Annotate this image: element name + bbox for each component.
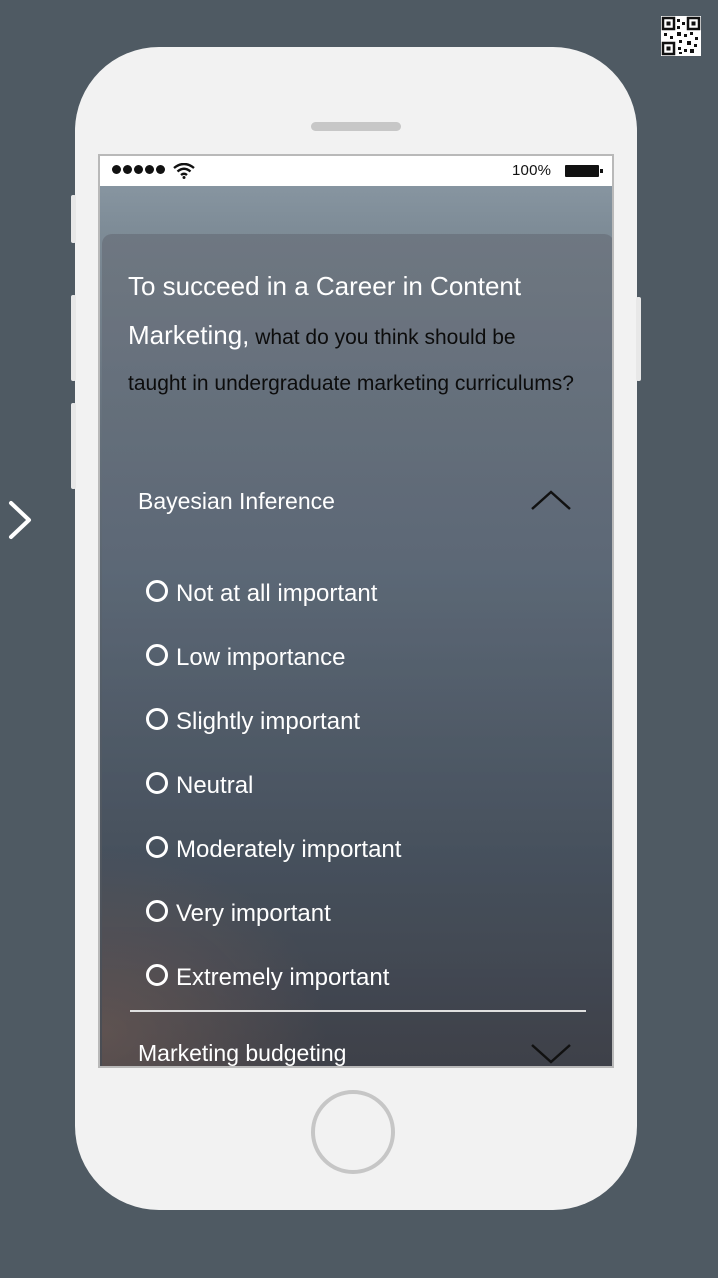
power-button [636, 297, 641, 381]
status-bar: 100% [100, 156, 612, 186]
radio-button[interactable] [146, 900, 168, 922]
accordion-header-bayesian-inference[interactable]: Bayesian Inference [130, 476, 586, 526]
option-label: Neutral [176, 772, 254, 799]
mute-switch [71, 195, 76, 243]
phone-screen: 100% To succeed in a Career in Content M… [98, 154, 614, 1068]
option-label: Slightly important [176, 708, 361, 735]
option-slightly-important[interactable]: Slightly important [146, 702, 360, 742]
option-label: Low importance [176, 644, 346, 671]
battery-percent: 100% [512, 162, 552, 179]
wifi-icon [173, 163, 195, 179]
option-very-important[interactable]: Very important [146, 894, 331, 934]
chevron-right-icon [9, 501, 31, 539]
qr-code-icon [661, 16, 701, 56]
accordion-title: Marketing budgeting [138, 1039, 347, 1066]
accordion-header-marketing-budgeting[interactable]: Marketing budgeting [130, 1028, 586, 1066]
radio-button[interactable] [146, 580, 168, 602]
survey-card: To succeed in a Career in Content Market… [102, 234, 612, 1066]
option-extremely-important[interactable]: Extremely important [146, 958, 389, 998]
signal-dots-icon [112, 165, 165, 174]
volume-down-button [71, 403, 76, 489]
chevron-up-icon [531, 490, 571, 510]
section-divider [130, 1010, 586, 1012]
option-label: Not at all important [176, 580, 378, 607]
home-button[interactable] [311, 1090, 395, 1174]
radio-button[interactable] [146, 708, 168, 730]
radio-button[interactable] [146, 644, 168, 666]
next-page-button[interactable] [4, 498, 36, 542]
option-not-at-all-important[interactable]: Not at all important [146, 574, 377, 614]
radio-button[interactable] [146, 964, 168, 986]
speaker-grille [311, 122, 401, 131]
option-label: Extremely important [176, 964, 390, 991]
radio-button[interactable] [146, 772, 168, 794]
accordion-title: Bayesian Inference [138, 487, 335, 514]
chevron-down-icon [531, 1044, 571, 1064]
volume-up-button [71, 295, 76, 381]
option-moderately-important[interactable]: Moderately important [146, 830, 401, 870]
option-label: Very important [176, 900, 331, 927]
survey-question: To succeed in a Career in Content Market… [128, 264, 578, 408]
option-neutral[interactable]: Neutral [146, 766, 253, 806]
option-label: Moderately important [176, 836, 402, 863]
option-low-importance[interactable]: Low importance [146, 638, 345, 678]
battery-icon [565, 165, 603, 177]
radio-button[interactable] [146, 836, 168, 858]
